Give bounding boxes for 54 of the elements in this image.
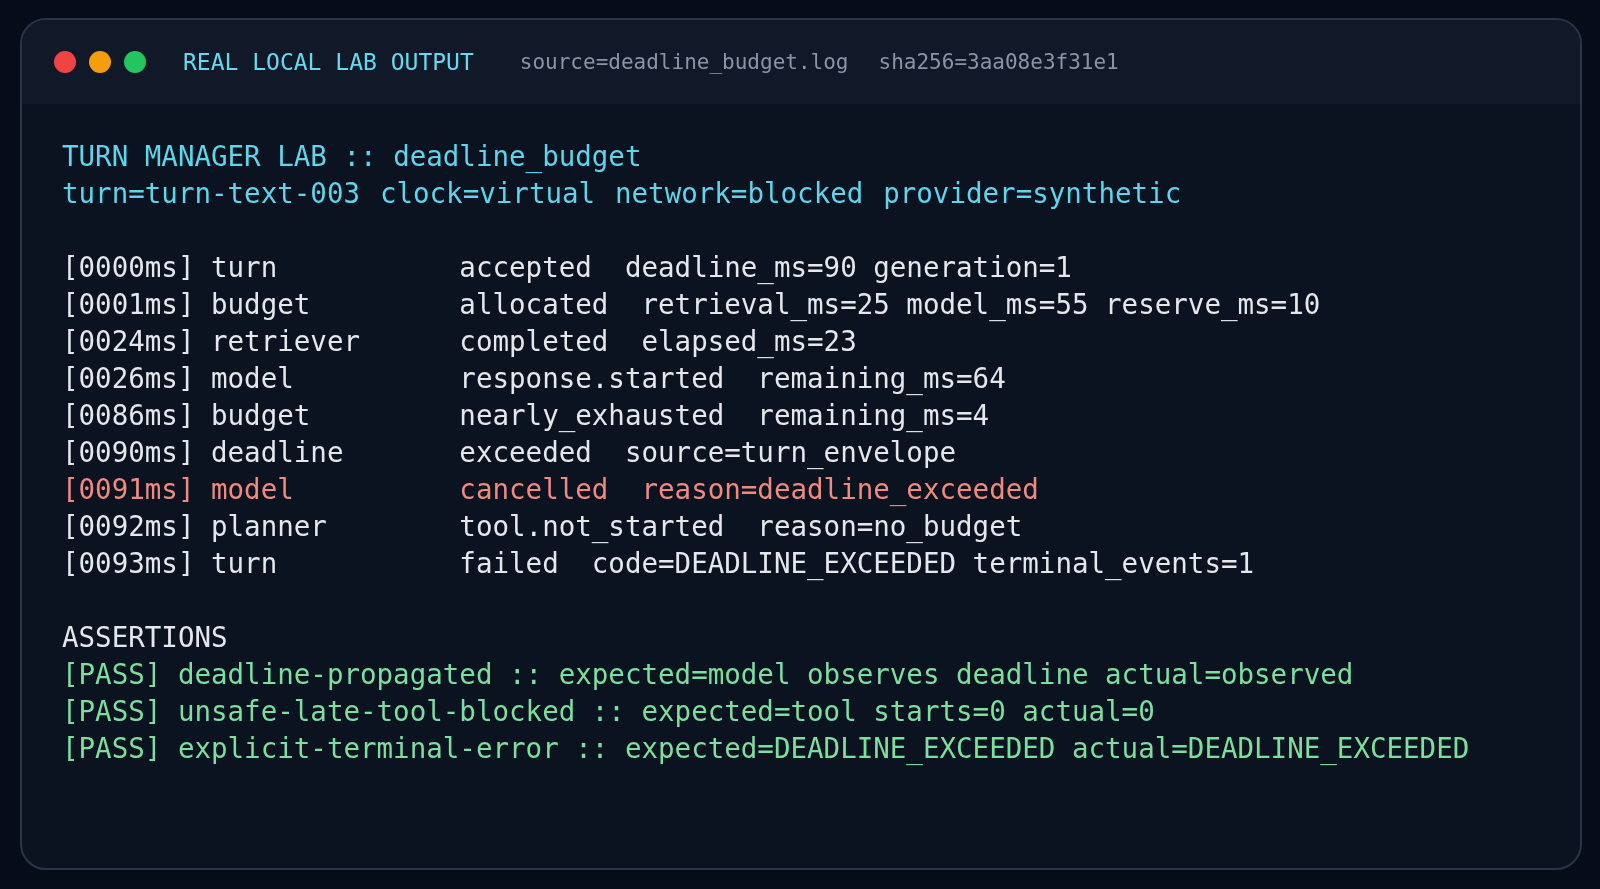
log-timestamp: [0092ms]: [62, 509, 195, 544]
log-source: model: [211, 361, 295, 396]
minimize-button[interactable]: [89, 51, 111, 73]
log-event: completed: [459, 324, 609, 359]
log-source: retriever: [211, 324, 361, 359]
log-source: turn: [211, 546, 279, 581]
log-source: turn: [211, 250, 279, 285]
log-event: exceeded: [459, 435, 592, 470]
close-button[interactable]: [54, 51, 76, 73]
log-details: elapsed_ms=23: [641, 324, 857, 360]
log-details: code=DEADLINE_EXCEEDED terminal_events=1: [591, 546, 1255, 582]
maximize-button[interactable]: [124, 51, 146, 73]
log-timestamp: [0024ms]: [62, 324, 195, 359]
log-timestamp: [0093ms]: [62, 546, 195, 581]
log-details: remaining_ms=4: [757, 398, 990, 434]
assertion-text: explicit-terminal-error :: expected=DEADLINE_EXCEEDED actual=DEADLINE_EXCEEDED: [177, 731, 1470, 767]
log-timestamp: [0086ms]: [62, 398, 195, 433]
log-source: planner: [211, 509, 328, 544]
run-field: turn=turn-text-003: [62, 175, 360, 212]
log-source: deadline: [211, 435, 345, 470]
log-details: reason=no_budget: [757, 509, 1023, 545]
log-timestamp: [0026ms]: [62, 361, 195, 396]
run-field: clock=virtual: [379, 175, 596, 212]
window-meta: sha256=3aa08e3f31e1: [878, 50, 1119, 74]
section-heading: ASSERTIONS: [62, 620, 229, 655]
log-event: response.started: [459, 361, 725, 396]
log-event: failed: [459, 546, 559, 581]
log-details: reason=deadline_exceeded: [641, 472, 1039, 508]
run-field: provider=synthetic: [883, 175, 1182, 212]
assertion-text: deadline-propagated :: expected=model observes deadline actual=observed: [177, 657, 1354, 692]
log-event: tool.not_started: [459, 509, 725, 545]
assertion-status: [PASS]: [62, 731, 162, 766]
log-event: accepted: [459, 250, 592, 285]
window-title: REAL LOCAL LAB OUTPUT: [183, 49, 474, 75]
log-timestamp: [0090ms]: [62, 435, 195, 470]
log-details: source=turn_envelope: [624, 435, 957, 471]
assertion-status: [PASS]: [62, 657, 162, 692]
log-event: cancelled: [459, 472, 609, 507]
log-details: remaining_ms=64: [757, 361, 1006, 397]
log-source: budget: [211, 398, 312, 433]
lab-title: TURN MANAGER LAB :: deadline_budget: [62, 139, 643, 175]
run-field: network=blocked: [614, 175, 864, 212]
log-event: nearly_exhausted: [459, 398, 725, 434]
log-details: retrieval_ms=25 model_ms=55 reserve_ms=10: [641, 287, 1321, 323]
assertion-text: unsafe-late-tool-blocked :: expected=tool starts=0 actual=0: [177, 694, 1155, 729]
log-source: budget: [211, 287, 312, 322]
log-source: model: [211, 472, 295, 507]
log-event: allocated: [459, 287, 609, 322]
log-timestamp: [0001ms]: [62, 287, 195, 322]
window-meta: source=deadline_budget.log: [519, 50, 849, 74]
log-details: deadline_ms=90 generation=1: [624, 250, 1072, 286]
log-timestamp: [0000ms]: [62, 250, 195, 285]
assertion-status: [PASS]: [62, 694, 162, 729]
log-timestamp: [0091ms]: [62, 472, 195, 507]
